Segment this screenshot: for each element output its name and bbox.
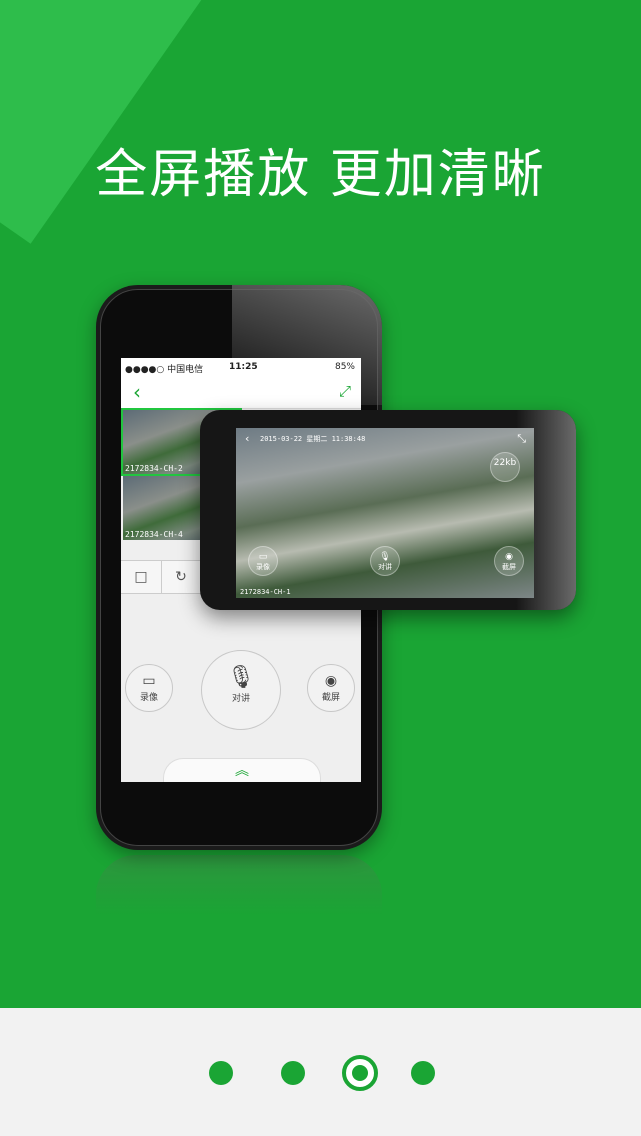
talk-button[interactable]: 🎙 对讲: [370, 546, 400, 576]
camera-icon: ◉: [324, 673, 338, 689]
back-icon[interactable]: ‹: [133, 380, 141, 404]
status-time: 11:25: [229, 362, 258, 372]
fullscreen-icon[interactable]: ⤢: [339, 382, 351, 400]
microphone-icon: 🎙: [227, 665, 255, 690]
page-dot[interactable]: [281, 1061, 305, 1085]
video-camera-icon: ▭: [258, 552, 268, 562]
fullscreen-video[interactable]: ‹ 2015-03-22 星期二 11:38:48 ⤡ 22kb ▭ 录像 🎙 …: [236, 428, 534, 598]
page-dot[interactable]: [209, 1061, 233, 1085]
carrier-signal: ●●●●○ 中国电信: [125, 365, 204, 375]
record-button[interactable]: ▭ 录像: [125, 664, 173, 712]
single-view-icon[interactable]: □: [133, 569, 149, 585]
corner-accent: [0, 0, 272, 244]
back-icon[interactable]: ‹: [244, 432, 251, 445]
chevron-up-icon: ︽: [235, 763, 249, 779]
screenshot-button[interactable]: ◉ 截屏: [494, 546, 524, 576]
talk-button[interactable]: 🎙 对讲: [201, 650, 281, 730]
page-dot-active[interactable]: [342, 1055, 378, 1091]
microphone-icon: 🎙: [379, 552, 391, 562]
page-title: 全屏播放 更加清晰: [95, 145, 546, 205]
video-camera-icon: ▭: [142, 673, 156, 689]
hero-banner: 全屏播放 更加清晰 ●●●●○ 中国电信 11:25 85% ‹ ⤢ 21728…: [0, 0, 641, 1008]
screenshot-button[interactable]: ◉ 截屏: [307, 664, 355, 712]
phone-reflection: [96, 855, 382, 915]
video-timestamp: 2015-03-22 星期二 11:38:48: [260, 435, 366, 443]
camera-icon: ◉: [505, 552, 513, 562]
page-dot[interactable]: [411, 1061, 435, 1085]
status-bar: ●●●●○ 中国电信 11:25 85%: [121, 358, 361, 376]
pull-up-tab[interactable]: ︽: [163, 758, 321, 782]
collapse-icon[interactable]: ⤡: [517, 432, 526, 446]
speed-indicator: 22kb: [490, 452, 520, 482]
nav-bar: ‹ ⤢: [121, 376, 361, 409]
camera-label: 2172834-CH-4: [125, 530, 183, 539]
camera-label: 2172834-CH-2: [125, 464, 183, 473]
pagination: [0, 1008, 641, 1136]
battery-level: 85%: [334, 362, 355, 372]
rotate-icon[interactable]: ↻: [173, 569, 189, 585]
record-button[interactable]: ▭ 录像: [248, 546, 278, 576]
camera-label: 2172834-CH-1: [240, 588, 291, 596]
